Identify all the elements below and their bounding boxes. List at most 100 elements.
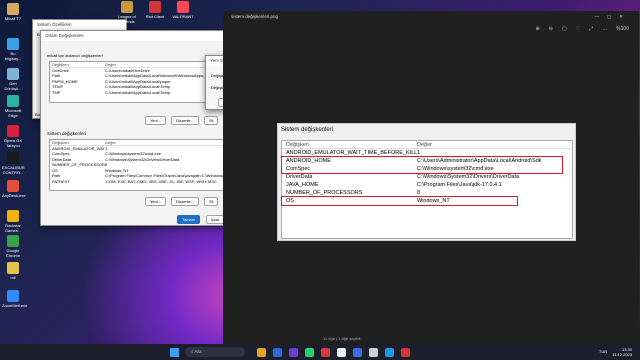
app-icon [7, 290, 19, 302]
table-row[interactable]: DriverData C:\Windows\System32\Drivers\Dr… [282, 173, 572, 181]
desktop-icon-label: Bu bilgisay... [4, 51, 22, 61]
system-edit-button[interactable]: Düzenle... [170, 197, 199, 206]
variable-name-cell: PATHEXT [52, 178, 70, 184]
user-vars-section-label: mikail için kullanıcı değişkenleri [47, 53, 103, 58]
panel-header-variable: Değişken [286, 142, 309, 148]
desktop-icon[interactable]: ZoomMeti.exe [2, 290, 28, 308]
desktop-icon-label: mil [10, 275, 16, 280]
desktop-icon-label: Opera GX Tarayıcı [3, 138, 22, 148]
zoom-out-icon[interactable]: ⊖ [549, 26, 553, 32]
viewer-title: sistem değişkenleri.png [231, 14, 279, 19]
viewer-toolbar: ⊕ ⊖ ▢ ♡ ⤢ … %100 [223, 23, 639, 35]
taskbar-app-icon[interactable] [304, 347, 314, 357]
app-icon [7, 235, 19, 247]
app-icon [7, 38, 19, 50]
taskbar-app-icon[interactable] [272, 347, 282, 357]
search-placeholder: Ara [194, 349, 202, 354]
user-delete-button[interactable]: Sil [204, 116, 219, 125]
favorite-icon[interactable]: ♡ [576, 26, 580, 32]
desktop-icon[interactable]: League of Legends [116, 1, 138, 24]
taskbar-app-icon[interactable] [352, 347, 362, 357]
desktop-icon[interactable]: Opera GX Tarayıcı [2, 125, 24, 148]
app-icon [121, 1, 133, 13]
system-vars-list[interactable]: Değişken Değer ANDROID_EMULATOR_WAIT... 1… [49, 139, 239, 191]
highlight-java-home [281, 196, 518, 206]
desktop-icon[interactable]: Bu bilgisay... [2, 38, 24, 61]
desktop-icon-label: Mikail T? [5, 16, 21, 21]
app-icon [7, 68, 19, 80]
system-clock[interactable]: TUR 13:30 11.12.2023 [599, 347, 640, 357]
clock-date: 11.12.2023 [612, 352, 632, 357]
desktop-icon[interactable]: mil [2, 262, 24, 280]
app-icon [177, 1, 189, 13]
app-icon [7, 262, 19, 274]
desktop-icon-label: VALORANT [172, 14, 194, 19]
highlight-android-home [281, 156, 563, 174]
window-controls[interactable]: —▢✕ [594, 14, 631, 20]
taskbar-app-icon[interactable] [368, 347, 378, 357]
app-icon [7, 3, 19, 15]
taskbar-app-icon[interactable] [384, 347, 394, 357]
desktop-icon[interactable]: VALORANT [172, 1, 194, 19]
taskbar: ⌕ Ara TUR 13:30 11.12.2023 [0, 344, 640, 360]
desktop-icon[interactable]: Riot Client [144, 1, 166, 19]
taskbar-app-icon[interactable] [320, 347, 330, 357]
viewer-status: 11 öğe | 1 öğe seçildi [323, 336, 361, 341]
more-icon[interactable]: … [602, 26, 607, 32]
panel-variable-list: Değişken Değer ANDROID_EMULATOR_WAIT_TIM… [281, 140, 573, 239]
desktop-icon[interactable]: EXCALIBUR CONTRO... [2, 152, 25, 175]
desktop-icon[interactable]: Rockstar Games... [2, 210, 24, 233]
variable-value-cell: C:\Program Files\Java\jdk-17.0.4.1 [417, 182, 502, 188]
header-value: Değer [105, 140, 116, 145]
desktop-icon[interactable]: Google Chrome [2, 235, 24, 258]
variable-value-cell: .COM;.EXE;.BAT;.CMD;.VBS;.VBE;.JS;.JSE;.… [105, 178, 217, 184]
taskbar-app-icon[interactable] [400, 347, 410, 357]
taskbar-search[interactable]: ⌕ Ara [185, 347, 245, 357]
env-ok-button[interactable]: Tamam [177, 215, 201, 224]
zoom-in-icon[interactable]: ⊕ [536, 26, 540, 32]
viewer-titlebar: sistem değişkenleri.png —▢✕ [223, 11, 639, 23]
desktop-icon-label: Riot Client [145, 14, 165, 19]
fit-icon[interactable]: ▢ [562, 26, 567, 32]
desktop-icon-label: EXCALIBUR CONTRO... [2, 165, 25, 175]
desktop-icon[interactable]: Geri Dönüşü... [2, 68, 24, 91]
taskbar-app-icon[interactable] [288, 347, 298, 357]
app-icon [7, 210, 19, 222]
variable-value-cell: C:\Windows\System32\Drivers\DriverData [417, 174, 520, 180]
table-row[interactable]: PATHEXT .COM;.EXE;.BAT;.CMD;.VBS;.VBE;.JS… [50, 179, 238, 185]
system-vars-section-label: Sistem değişkenleri [47, 131, 87, 136]
start-button[interactable] [170, 347, 179, 357]
panel-title: Sistem değişkenleri [281, 127, 334, 133]
system-new-button[interactable]: Yeni... [145, 197, 166, 206]
photo-viewer-window: sistem değişkenleri.png —▢✕ ⊕ ⊖ ▢ ♡ ⤢ … … [223, 11, 639, 344]
user-edit-button[interactable]: Düzenle... [170, 116, 199, 125]
desktop-icon-label: AnyDesk.exe [2, 193, 26, 198]
variable-name-cell: JAVA_HOME [286, 182, 319, 188]
header-variable: Değişken [52, 140, 69, 145]
variable-name-cell: TMP [52, 89, 61, 95]
variable-name-cell: DriverData [286, 174, 313, 180]
taskbar-app-icon[interactable] [336, 347, 346, 357]
app-icon [7, 125, 19, 137]
user-new-button[interactable]: Yeni... [145, 116, 166, 125]
desktop-icon[interactable]: Microsoft Edge [2, 95, 24, 118]
system-properties-title: Sistem Özellikleri [33, 20, 126, 30]
app-icon [7, 152, 19, 164]
desktop-icon[interactable]: Mikail T? [2, 3, 24, 21]
panel-header: Değişken Değer [282, 141, 572, 149]
fullscreen-icon[interactable]: ⤢ [589, 26, 593, 32]
app-icon [149, 1, 161, 13]
desktop-icon-label: Geri Dönüşü... [4, 81, 22, 91]
desktop-icon-label: Google Chrome [5, 248, 21, 258]
desktop-icon[interactable]: AnyDesk.exe [2, 180, 26, 198]
app-icon [7, 95, 19, 107]
env-cancel-button[interactable]: İptal [206, 215, 224, 224]
desktop-icon-label: League of Legends [118, 14, 136, 24]
taskbar-app-icon[interactable] [256, 347, 266, 357]
screenshot-image: Sistem değişkenleri Değişken Değer ANDRO… [277, 123, 576, 241]
desktop-icon-label: ZoomMeti.exe [2, 303, 28, 308]
table-row[interactable]: JAVA_HOME C:\Program Files\Java\jdk-17.0.… [282, 181, 572, 189]
system-delete-button[interactable]: Sil [204, 197, 219, 206]
panel-header-value: Değer [417, 142, 432, 148]
taskbar-apps [253, 347, 413, 357]
